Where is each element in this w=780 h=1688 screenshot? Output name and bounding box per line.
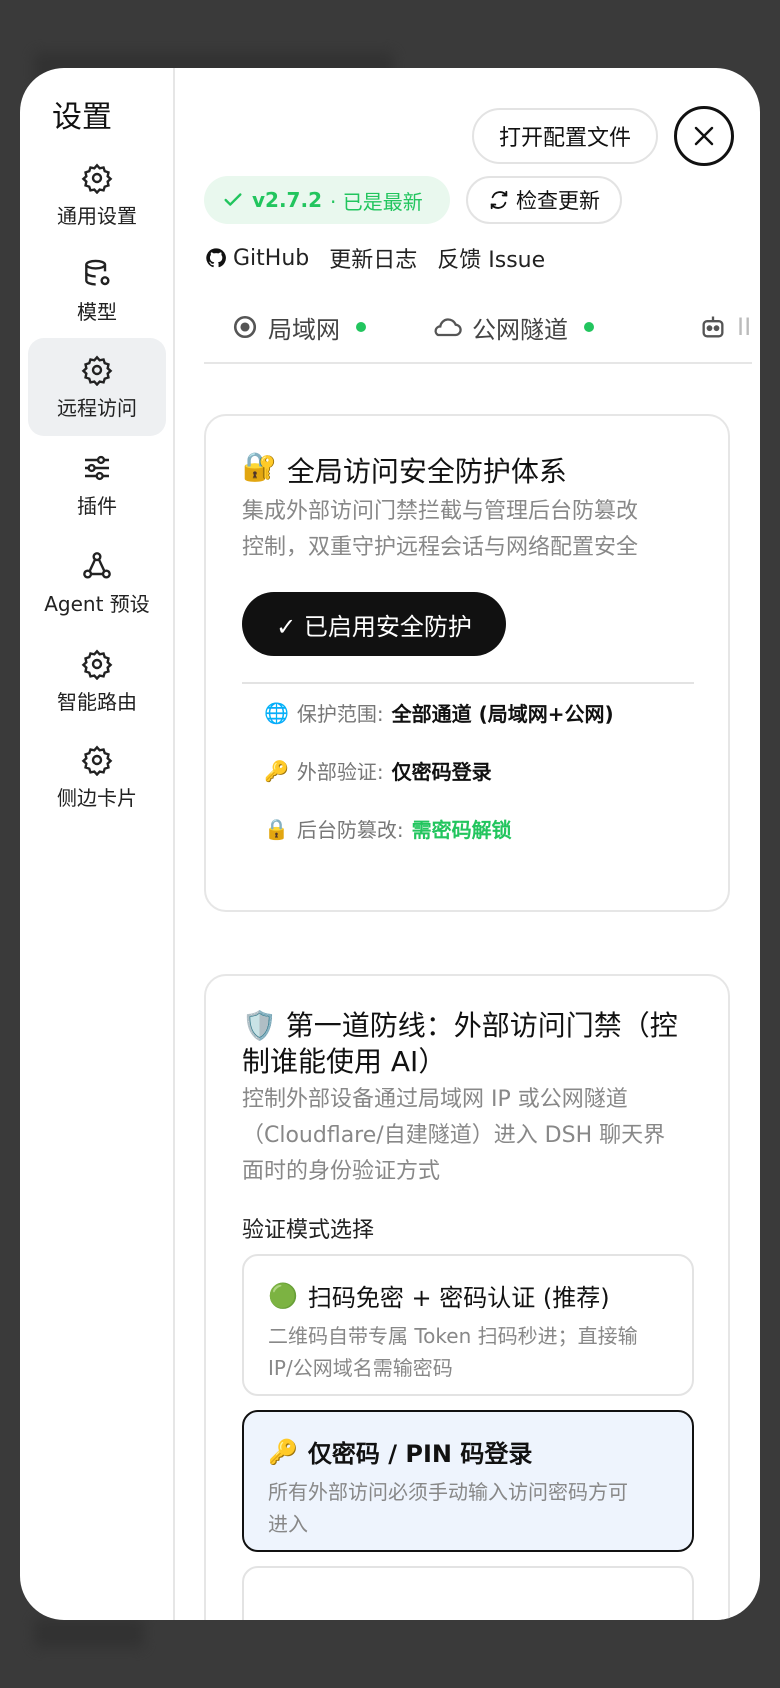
github-icon [206,248,226,268]
status-dot [356,322,366,332]
card-title: 🔐 全局访问安全防护体系 [242,450,567,488]
sidebar-item-label: 侧边卡片 [57,785,137,810]
version-badge: v2.7.2 · 已是最新 [204,176,450,224]
tab-bot[interactable]: II [699,292,751,362]
settings-modal: 设置 通用设置 模型 远程访问 插件 Agent 预设 智能路由 侧边卡片 打开… [20,68,760,1620]
option-title: 🔑 仅密码 / PIN 码登录 [268,1437,533,1469]
tab-lan[interactable]: 局域网 [232,292,366,362]
gear-icon [81,355,113,386]
option-title: 🟢 扫码免密 + 密码认证 (推荐) [268,1281,610,1313]
sidebar-item-agent-presets[interactable]: Agent 预设 [28,534,166,632]
lock-key-icon: 🔐 [242,450,277,483]
globe-icon: 🌐 [264,700,289,725]
key-icon: 🔑 [268,1437,298,1466]
tab-public-tunnel[interactable]: 公网隧道 [430,292,594,362]
close-icon [694,126,714,146]
lan-icon [233,315,257,339]
check-icon [224,193,242,206]
close-button[interactable] [674,106,734,166]
github-label: GitHub [233,245,310,271]
robot-icon [702,316,724,338]
tab-label: II [737,313,752,341]
sidebar-item-label: 远程访问 [57,395,137,420]
remote-access-tabs: 局域网 公网隧道 II [204,292,752,364]
sidebar-item-label: 智能路由 [57,689,137,714]
card-description: 控制外部设备通过局域网 IP 或公网隧道 （Cloudflare/自建隧道）进入… [242,1087,666,1184]
gear-icon [81,163,113,194]
version-status: · 已是最新 [329,189,423,214]
nodes-icon [83,551,111,579]
external-access-card: 🛡️ 第一道防线：外部访问门禁（控 制谁能使用 AI） 控制外部设备通过局域网 … [204,974,730,1620]
sidebar-title: 设置 [52,100,112,135]
sidebar-item-label: 模型 [77,299,117,324]
check-update-label: 检查更新 [516,189,600,213]
sidebar-item-plugins[interactable]: 插件 [28,436,166,534]
lock-icon: 🔒 [264,816,289,841]
gear-icon [81,745,113,776]
cloud-icon [434,318,462,337]
mode-select-label: 验证模式选择 [242,1218,375,1243]
status-dot [584,322,594,332]
sidebar-item-side-cards[interactable]: 侧边卡片 [28,728,166,826]
settings-sidebar: 设置 通用设置 模型 远程访问 插件 Agent 预设 智能路由 侧边卡片 [20,68,175,1620]
sidebar-item-label: Agent 预设 [44,591,150,616]
info-row-tamper-protection: 🔒 后台防篡改: 需密码解锁 [264,816,512,843]
sidebar-item-label: 插件 [77,493,117,518]
key-icon: 🔑 [264,758,289,783]
header-links: GitHub 更新日志 反馈 Issue [205,240,545,276]
open-config-button[interactable]: 打开配置文件 [472,108,658,164]
info-row-external-auth: 🔑 外部验证: 仅密码登录 [264,758,492,785]
sidebar-item-general[interactable]: 通用设置 [28,146,166,244]
divider [242,682,694,684]
sidebar-item-smart-routing[interactable]: 智能路由 [28,632,166,730]
security-overview-card: 🔐 全局访问安全防护体系 集成外部访问门禁拦截与管理后台防篡改 控制，双重守护远… [204,414,730,912]
check-update-button[interactable]: 检查更新 [466,176,622,224]
feedback-link[interactable]: 反馈 Issue [437,242,545,274]
card-description: 集成外部访问门禁拦截与管理后台防篡改 控制，双重守护远程会话与网络配置安全 [242,499,639,560]
github-link[interactable]: GitHub [205,246,309,271]
tab-label: 公网隧道 [472,315,568,344]
option-description: 二维码自带专属 Token 扫码秒进；直接输 IP/公网域名需输密码 [268,1324,638,1380]
green-circle-icon: 🟢 [268,1281,298,1310]
option-description: 所有外部访问必须手动输入访问密码方可 进入 [268,1480,628,1536]
sidebar-item-label: 通用设置 [57,203,137,228]
refresh-icon [490,190,508,210]
card-title: 🛡️ 第一道防线：外部访问门禁（控 制谁能使用 AI） [242,1009,678,1078]
info-row-scope: 🌐 保护范围: 全部通道 (局域网+公网) [264,700,614,727]
gear-icon [81,649,113,680]
changelog-link[interactable]: 更新日志 [329,242,417,274]
security-enabled-button[interactable]: ✓ 已启用安全防护 [242,592,506,656]
database-gear-icon [85,259,110,286]
auth-option-password-only[interactable]: 🔑 仅密码 / PIN 码登录 所有外部访问必须手动输入访问密码方可 进入 [242,1410,694,1552]
auth-option-next[interactable] [242,1566,694,1620]
background-blur [34,1618,144,1648]
sidebar-item-models[interactable]: 模型 [28,242,166,340]
version-number: v2.7.2 [252,188,322,212]
tab-label: 局域网 [268,315,340,344]
sliders-icon [85,455,109,480]
auth-option-qr-password[interactable]: 🟢 扫码免密 + 密码认证 (推荐) 二维码自带专属 Token 扫码秒进；直接… [242,1254,694,1396]
shield-icon: 🛡️ [242,1009,277,1042]
sidebar-item-remote-access[interactable]: 远程访问 [28,338,166,436]
